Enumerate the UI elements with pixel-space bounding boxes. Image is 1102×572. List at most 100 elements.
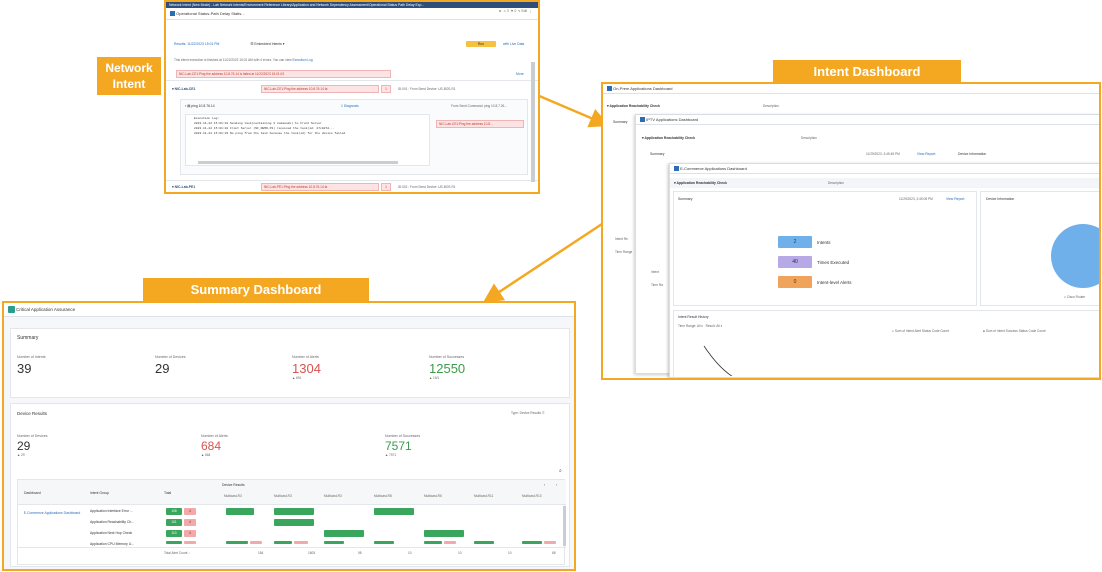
intent-group-row[interactable]: Application Interface Error ... (90, 509, 133, 513)
device-cell[interactable] (274, 508, 314, 515)
intent-header: Operational Status-Path Delay Statis... … (166, 8, 538, 20)
ecom-summary: Summary (678, 197, 693, 201)
total-success: 113 (166, 530, 182, 537)
execution-note: This intent execution is finished at 11/… (174, 58, 313, 62)
device-pe1-alert[interactable]: NIC-Lab-PE1:Ping the address 10.8.76.14 … (261, 183, 379, 191)
stat-devices: Number of Devices 29 (155, 355, 186, 376)
dev-stat-alerts: Number of Alerts 684 ▲ 684 (201, 434, 228, 457)
more-link[interactable]: More (516, 72, 524, 76)
table-scrollbar[interactable] (563, 506, 566, 546)
intent-group-row[interactable]: Application CPU Memory U... (90, 542, 134, 546)
intent-short: Intent (651, 270, 659, 274)
device-cell[interactable] (226, 541, 248, 544)
ecom-device-card: Device Information ● Cisco Router (980, 191, 1099, 306)
col-intent-group: Intent Group (90, 491, 109, 495)
device-cell[interactable] (274, 541, 292, 544)
type-selector[interactable]: Type: Device Results ☰ (511, 411, 545, 415)
intent-icon (170, 11, 175, 17)
ecom-reach[interactable]: ▾ Application Reachability Check (674, 181, 727, 185)
history-filters[interactable]: Time Range: All ▾ Result: All ▾ (678, 324, 722, 328)
device-cell[interactable] (250, 541, 262, 544)
iptv-device-info: Device Information (958, 152, 987, 156)
device-ce1[interactable]: ▾ NIC-Lab-CE1 (172, 87, 195, 91)
ecom-view-report[interactable]: View Report (946, 197, 964, 201)
total-alert: 4 (184, 508, 196, 515)
onprem-desc: Description (763, 104, 779, 108)
stat-executed: 40 (778, 256, 812, 268)
stat-alerts: 0 (778, 276, 812, 288)
diagnosis-link[interactable]: 1 Diagnosis (341, 104, 359, 108)
col-total: Total (164, 491, 172, 495)
stat-executed-label: Times Executed (817, 260, 850, 265)
intent-result-short: Intent Re (615, 237, 628, 241)
log-alert[interactable]: NIC-Lab-CE1:Ping the address 10.8... (436, 120, 524, 128)
footer-label: Total Alert Count ↓ (164, 551, 190, 555)
device-col: Multicast-R6 (424, 494, 442, 498)
search-icon[interactable]: ⌕ (559, 468, 562, 474)
intent-group-row[interactable]: Application Next Hop Check (90, 531, 132, 535)
device-cell[interactable] (544, 541, 556, 544)
total-success: 101 (166, 519, 182, 526)
iptv-desc: Description (801, 136, 817, 140)
history-card: Intent Result History Time Range: All ▾ … (673, 310, 1099, 377)
iptv-reach[interactable]: ▾ Application Reachability Check (642, 136, 695, 140)
time-short: Time Ra (651, 283, 663, 287)
intent-dashboard-frame: On-Prem Applications Dashboard ▾ Applica… (601, 82, 1101, 380)
embedded-intents[interactable]: ☰ Embedded Intents ▾ (250, 42, 284, 46)
device-cell[interactable] (374, 541, 394, 544)
network-intent-frame: Network Intent (New Mode) - Lab Network … (164, 0, 540, 194)
toolbar-icons[interactable]: ⚙ ⚠ 0 ⚑ 0 ✎ Edit ⋮ (499, 5, 532, 17)
stat-alerts: Number of Alerts 1304 ▲ 691 (292, 355, 321, 380)
device-ce1-count: 1 (381, 85, 391, 93)
ecom-desc: Description (828, 181, 844, 185)
device-ce1-alert[interactable]: NIC-Lab-CE1:Ping the address 10.8.76.14 … (261, 85, 379, 93)
results-row: Results: 11/22/2023 15:01 PM ☰ Embedded … (174, 42, 285, 46)
dashboard-icon (607, 86, 612, 92)
device-col: Multicast-R8 (374, 494, 392, 498)
footer-value: 184 (258, 551, 264, 555)
dev-stat-successes: Number of Successes 7571 ▲ 7571 (385, 434, 421, 457)
time-range-short: Time Range (615, 250, 633, 254)
device-cell[interactable] (424, 541, 442, 544)
with-live-data[interactable]: with Live Data (503, 42, 524, 46)
intent-group-row[interactable]: Application Reachability Ch... (90, 520, 134, 524)
dashboard-icon (640, 117, 645, 123)
device-cell[interactable] (324, 530, 364, 537)
scroll-left-icon[interactable]: ‹ (544, 483, 545, 487)
device-cell[interactable] (444, 541, 456, 544)
ecom-time: 11/29/2023, 2:45:05 PM (899, 197, 933, 201)
main-scrollbar[interactable] (531, 62, 535, 182)
device-col: Multicast-R3 (224, 494, 242, 498)
run-button[interactable]: Run (466, 41, 496, 47)
execution-log: Execution Log: 2023-11-22 15:01:01 Sendi… (185, 114, 430, 166)
ping-command: ▪ ▤ ping 10.8.76.14 (185, 104, 215, 108)
execution-log-link[interactable]: Execution Log (292, 58, 312, 62)
dashboard-link[interactable]: E-Commerce Applications Dashboard (22, 511, 82, 516)
stat-intents: 2 (778, 236, 812, 248)
device-cell[interactable] (522, 541, 542, 544)
device-cell[interactable] (324, 541, 344, 544)
total-alert: 4 (184, 519, 196, 526)
iptv-header: IPTV Applications Dashboard (636, 115, 1099, 125)
device-cell[interactable] (226, 508, 254, 515)
device-cell[interactable] (374, 508, 414, 515)
device-cell[interactable] (424, 530, 464, 537)
log-scrollbar[interactable] (198, 161, 398, 164)
device-cell[interactable] (274, 519, 314, 526)
results-label[interactable]: Results: 11/22/2023 15:01 PM (174, 42, 219, 46)
device-pe1[interactable]: ▾ NIC-Lab-PE1 (172, 185, 195, 189)
footer-value: 10 (458, 551, 462, 555)
history-title: Intent Result History (678, 315, 709, 319)
stat-successes: Number of Successes 12550 ▲ 15/1 (429, 355, 466, 380)
onprem-reach[interactable]: ▾ Application Reachability Check (607, 104, 660, 108)
summary-title: Summary (17, 335, 39, 341)
iptv-view-report[interactable]: View Report (917, 152, 935, 156)
device-cell[interactable] (294, 541, 308, 544)
scroll-right-icon[interactable]: › (556, 483, 557, 487)
stat-alerts-label: Intent-level Alerts (817, 280, 852, 285)
from-seed: From Seed Command: ping 10.8.7.26... (451, 104, 507, 108)
alert-bar[interactable]: NIC-Lab-CE1:Ping the address 10.8.76.14 … (176, 70, 391, 78)
total-success: 108 (166, 508, 182, 515)
device-col: Multicast-R3 (274, 494, 292, 498)
device-cell[interactable] (474, 541, 494, 544)
